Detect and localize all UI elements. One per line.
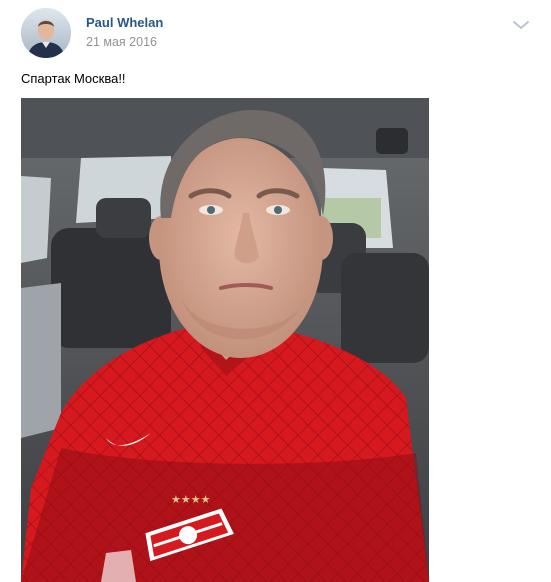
wall-post: Paul Whelan 21 мая 2016 Спартак Москва!! — [0, 0, 551, 582]
selfie-image: ★★★★ — [21, 98, 429, 582]
chevron-down-icon[interactable] — [512, 18, 530, 30]
post-date[interactable]: 21 мая 2016 — [86, 35, 157, 49]
author-name[interactable]: Paul Whelan — [86, 15, 163, 30]
post-photo[interactable]: ★★★★ — [21, 98, 429, 582]
avatar-photo — [21, 8, 71, 58]
post-text: Спартак Москва!! — [21, 71, 126, 86]
author-avatar[interactable] — [21, 8, 71, 58]
svg-text:★★★★: ★★★★ — [171, 493, 211, 506]
